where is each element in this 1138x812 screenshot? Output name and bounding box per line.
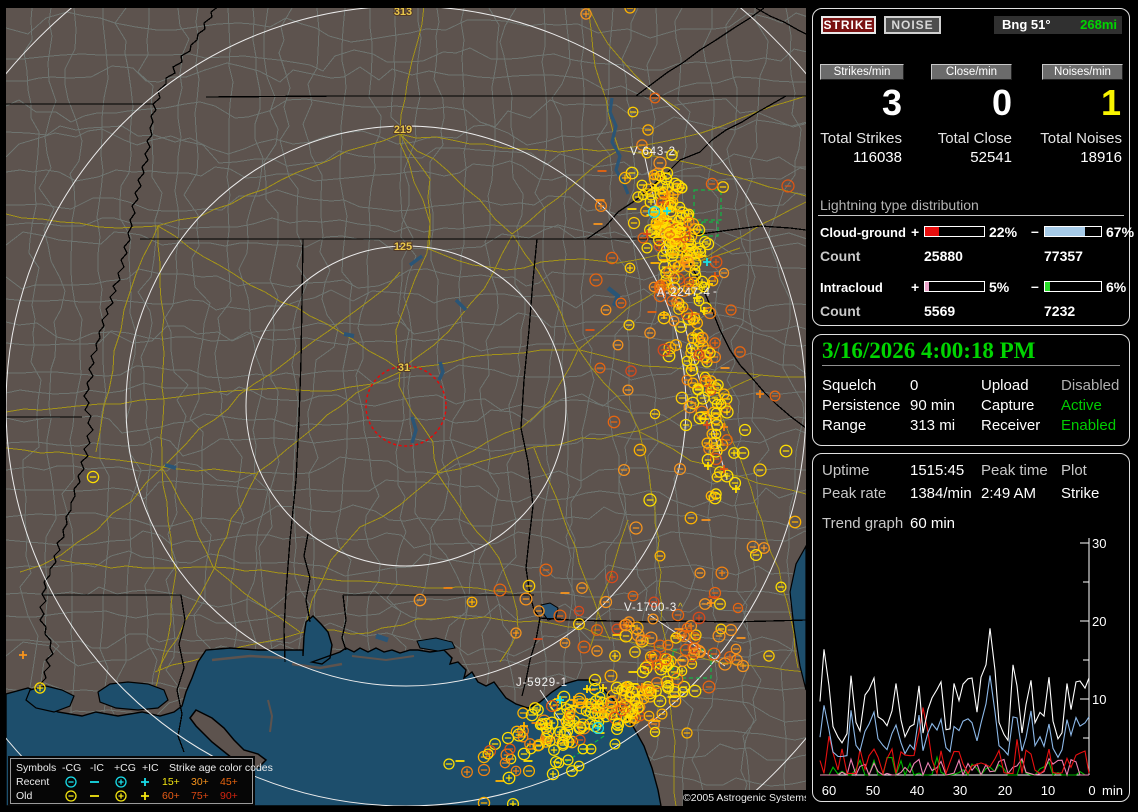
svg-text:-: - [713, 286, 717, 298]
svg-text:^: ^ [678, 602, 683, 613]
svg-text:30: 30 [1092, 536, 1106, 551]
svg-text:20: 20 [1092, 614, 1106, 629]
svg-text:125: 125 [394, 241, 412, 253]
svg-text:10: 10 [1041, 783, 1055, 798]
svg-text:0: 0 [1088, 783, 1095, 798]
svg-text:40: 40 [910, 783, 924, 798]
svg-text:30: 30 [953, 783, 967, 798]
svg-text:219: 219 [394, 124, 412, 136]
svg-text:20: 20 [998, 783, 1012, 798]
svg-text:313: 313 [394, 8, 412, 18]
svg-text:V-643-2: V-643-2 [630, 146, 676, 158]
svg-text:31: 31 [398, 362, 410, 374]
svg-text:v: v [674, 148, 679, 159]
svg-text:10: 10 [1092, 692, 1106, 707]
svg-text:J-5929-1: J-5929-1 [516, 677, 568, 689]
svg-text:V-1700-3: V-1700-3 [624, 602, 677, 614]
svg-text:A-2247-4: A-2247-4 [657, 287, 711, 299]
svg-text:60: 60 [822, 783, 836, 798]
svg-text:50: 50 [866, 783, 880, 798]
svg-text:min: min [1102, 783, 1123, 798]
